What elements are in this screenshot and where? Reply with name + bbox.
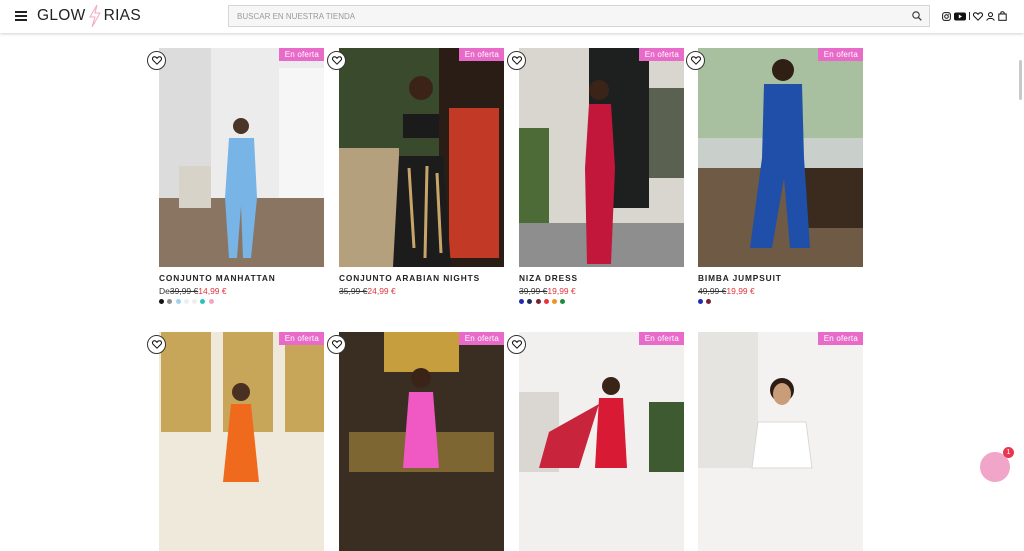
- wishlist-heart-button[interactable]: [147, 335, 166, 354]
- color-swatch[interactable]: [167, 299, 173, 304]
- color-swatch[interactable]: [183, 299, 189, 304]
- product-name[interactable]: CONJUNTO ARABIAN NIGHTS: [339, 273, 480, 283]
- youtube-icon[interactable]: [954, 12, 966, 21]
- product-name[interactable]: CONJUNTO MANHATTAN: [159, 273, 276, 283]
- product-price: 35,99 €24,99 €: [339, 286, 396, 296]
- color-swatch[interactable]: [527, 299, 533, 304]
- color-swatch[interactable]: [560, 299, 566, 304]
- color-swatch[interactable]: [175, 299, 181, 304]
- user-icon[interactable]: [986, 11, 995, 21]
- original-price: 49,99 €: [698, 286, 727, 296]
- product-price: 49,99 €19,99 €: [698, 286, 755, 296]
- sale-badge: En oferta: [638, 48, 684, 61]
- sale-price: 24,99 €: [367, 286, 396, 296]
- sale-badge: En oferta: [278, 48, 324, 61]
- color-swatch[interactable]: [159, 299, 164, 304]
- original-price: 35,99 €: [339, 286, 368, 296]
- product-image[interactable]: [159, 48, 324, 267]
- sale-price: 14,99 €: [198, 286, 227, 296]
- wishlist-heart-button[interactable]: [147, 51, 166, 70]
- product-image[interactable]: [339, 48, 504, 267]
- color-swatch[interactable]: [208, 299, 214, 304]
- search-icon[interactable]: [912, 11, 922, 21]
- color-swatches: [159, 299, 217, 304]
- product-price: 39,99 €19,99 €: [519, 286, 576, 296]
- header-divider: [969, 12, 970, 20]
- color-swatches: [698, 299, 715, 304]
- chat-notification-badge: 1: [1003, 447, 1014, 458]
- shopping-bag-icon[interactable]: [998, 11, 1007, 21]
- product-name[interactable]: BIMBA JUMPSUIT: [698, 273, 782, 283]
- price-prefix: De: [159, 286, 170, 296]
- lightning-bolt-icon: [88, 5, 101, 27]
- heart-icon[interactable]: [973, 11, 983, 21]
- brand-logo[interactable]: GLOW RIAS: [37, 5, 141, 27]
- sale-price: 19,99 €: [547, 286, 576, 296]
- sale-badge: En oferta: [817, 332, 863, 345]
- original-price: 39,99 €: [169, 286, 199, 296]
- header-icons: [942, 9, 1010, 23]
- product-image[interactable]: [519, 332, 684, 551]
- search-input[interactable]: [229, 6, 929, 27]
- sale-badge: En oferta: [638, 332, 684, 345]
- original-price: 39,99 €: [519, 286, 548, 296]
- color-swatch[interactable]: [519, 299, 524, 304]
- product-image[interactable]: [519, 48, 684, 267]
- wishlist-heart-button[interactable]: [507, 335, 526, 354]
- sale-badge: En oferta: [458, 48, 504, 61]
- wishlist-heart-button[interactable]: [327, 51, 346, 70]
- hamburger-menu-icon[interactable]: [15, 11, 27, 21]
- instagram-icon[interactable]: [942, 11, 951, 21]
- product-name[interactable]: NIZA DRESS: [519, 273, 578, 283]
- wishlist-heart-button[interactable]: [686, 51, 705, 70]
- sale-badge: En oferta: [458, 332, 504, 345]
- wishlist-heart-button[interactable]: [507, 51, 526, 70]
- sale-badge: En oferta: [278, 332, 324, 345]
- logo-text-left: GLOW: [37, 7, 86, 24]
- color-swatch[interactable]: [706, 299, 712, 304]
- sale-badge: En oferta: [817, 48, 863, 61]
- color-swatch[interactable]: [535, 299, 541, 304]
- product-image[interactable]: [698, 48, 863, 267]
- product-image[interactable]: [159, 332, 324, 551]
- color-swatch[interactable]: [192, 299, 198, 304]
- scrollbar-thumb[interactable]: [1019, 60, 1022, 100]
- color-swatch[interactable]: [543, 299, 549, 304]
- site-header: GLOW RIAS: [0, 0, 1024, 33]
- product-image[interactable]: [698, 332, 863, 551]
- search-bar: [228, 5, 930, 27]
- color-swatch[interactable]: [552, 299, 558, 304]
- color-swatch[interactable]: [698, 299, 703, 304]
- product-price: De39,99 €14,99 €: [159, 286, 227, 296]
- color-swatch[interactable]: [200, 299, 206, 304]
- sale-price: 19,99 €: [726, 286, 755, 296]
- logo-text-right: RIAS: [103, 7, 141, 24]
- product-image[interactable]: [339, 332, 504, 551]
- color-swatches: [519, 299, 569, 304]
- wishlist-heart-button[interactable]: [327, 335, 346, 354]
